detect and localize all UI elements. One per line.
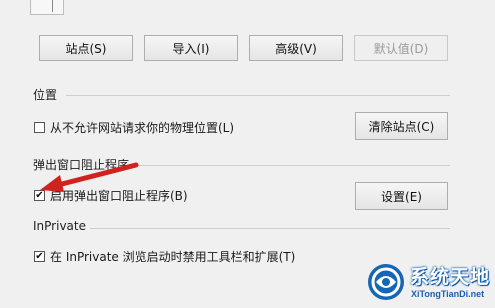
clear-sites-button[interactable]: 清除站点(C) [355, 112, 448, 140]
disable-toolbars-checkbox[interactable]: ✔ [34, 251, 45, 262]
sites-button[interactable]: 站点(S) [39, 35, 133, 61]
never-allow-location-checkbox[interactable] [34, 122, 45, 133]
advanced-button[interactable]: 高级(V) [249, 35, 343, 61]
disable-toolbars-row[interactable]: ✔ 在 InPrivate 浏览启动时禁用工具栏和扩展(T) [34, 248, 295, 265]
never-allow-location-label: 从不允许网站请求你的物理位置(L) [50, 121, 235, 135]
watermark-logo-icon [368, 264, 404, 300]
slider-tick [52, 0, 53, 12]
red-arrow-annotation [40, 162, 139, 192]
location-group-title: 位置 [33, 88, 58, 102]
never-allow-location-row[interactable]: 从不允许网站请求你的物理位置(L) [34, 119, 234, 136]
watermark-title: 系统天地 [410, 266, 491, 288]
import-button[interactable]: 导入(I) [144, 35, 238, 61]
inprivate-divider [90, 228, 450, 229]
watermark-url: XiTongTianDi.net [411, 289, 485, 299]
inprivate-group-title: InPrivate [33, 219, 86, 233]
location-divider [66, 95, 450, 96]
internet-options-privacy-panel: 站点(S) 导入(I) 高级(V) 默认值(D) 位置 从不允许网站请求你的物理… [0, 0, 495, 308]
popup-settings-button[interactable]: 设置(E) [355, 182, 448, 210]
popup-blocker-divider [136, 165, 450, 166]
scroll-slider-remnant[interactable] [30, 0, 64, 15]
default-button[interactable]: 默认值(D) [354, 35, 448, 61]
disable-toolbars-label: 在 InPrivate 浏览启动时禁用工具栏和扩展(T) [50, 250, 296, 264]
site-watermark: 系统天地 XiTongTianDi.net [366, 258, 494, 306]
